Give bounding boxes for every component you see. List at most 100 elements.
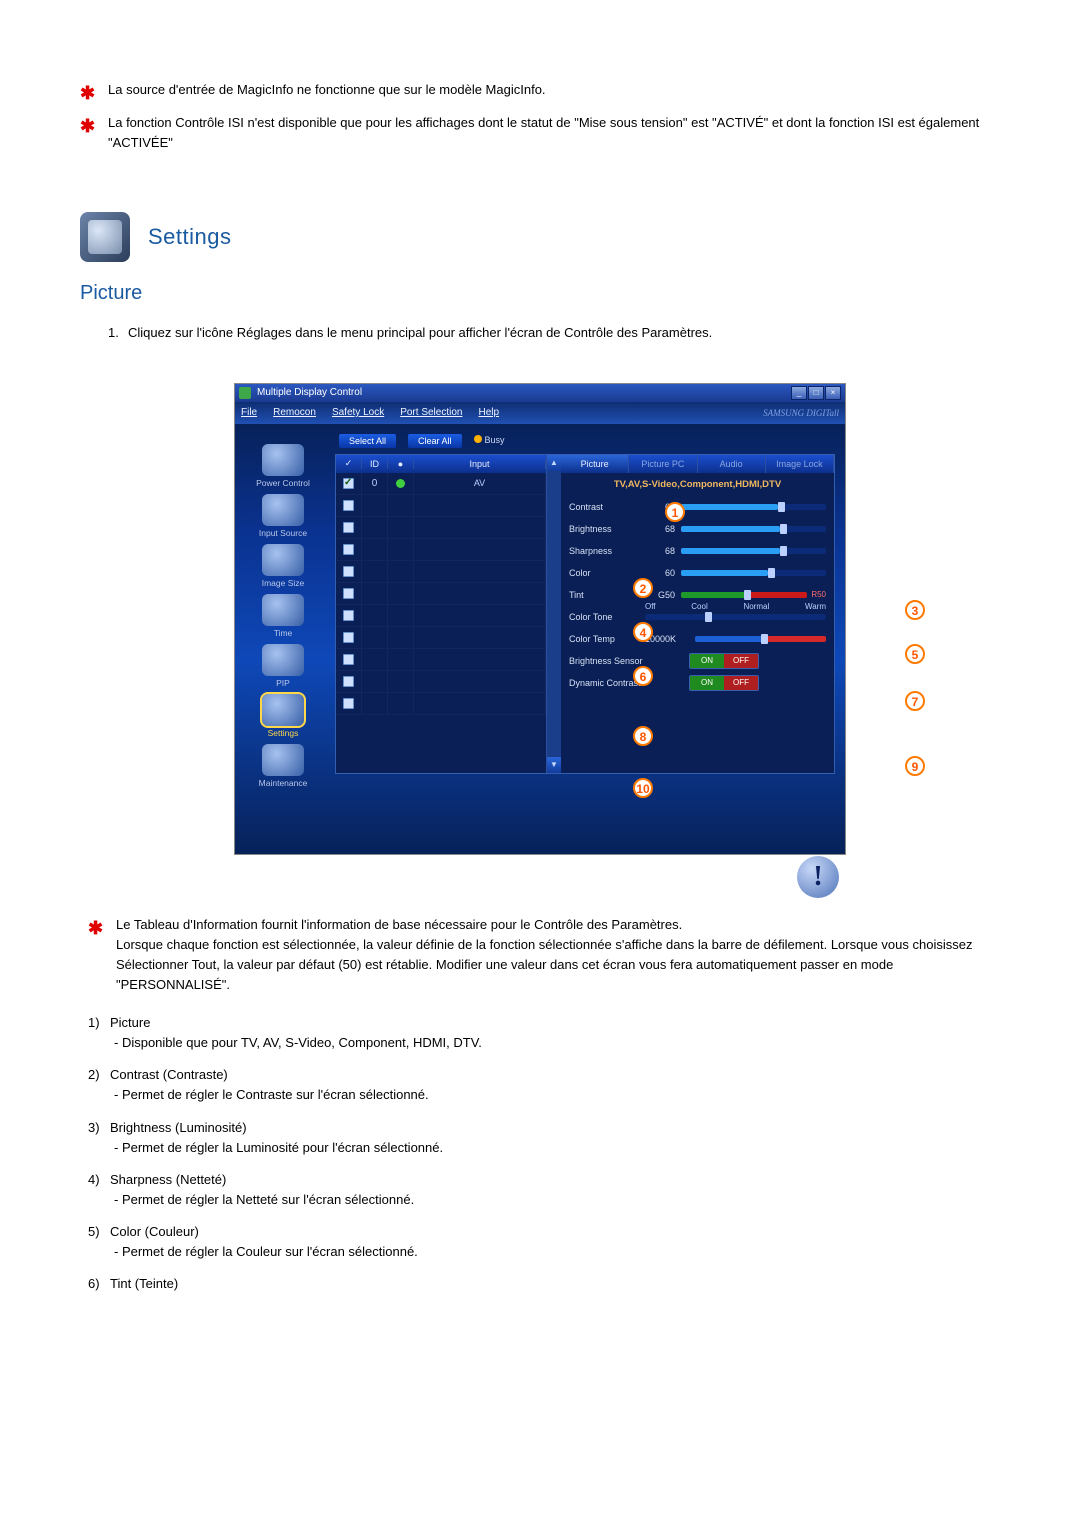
brightness-sensor-row: Brightness Sensor ON OFF (569, 650, 826, 672)
menu-file[interactable]: File (241, 407, 257, 418)
row-checkbox[interactable] (343, 522, 354, 533)
panel-tabs: Picture Picture PC Audio Image Lock (561, 455, 834, 473)
contrast-label: Contrast (569, 502, 645, 512)
sharpness-slider[interactable] (681, 548, 826, 554)
numbered-list: 1)Picture - Disponible que pour TV, AV, … (88, 1013, 1000, 1295)
busy-indicator: Busy (474, 435, 505, 446)
table-row[interactable] (336, 495, 546, 517)
info-icon[interactable]: ! (797, 856, 839, 898)
star-icon: ✱ (80, 80, 100, 107)
scroll-up-icon[interactable]: ▲ (547, 455, 561, 471)
dynamic-contrast-label: Dynamic Contrast (569, 678, 689, 688)
brightness-sensor-toggle[interactable]: ON OFF (689, 653, 759, 669)
sidebar: Power Control Input Source Image Size Ti… (235, 424, 331, 854)
menu-safety-lock[interactable]: Safety Lock (332, 407, 384, 418)
tab-picture-pc[interactable]: Picture PC (629, 455, 697, 473)
clear-all-button[interactable]: Clear All (408, 434, 462, 448)
table-header: ✓ ID ● Input (336, 455, 546, 473)
tab-image-lock[interactable]: Image Lock (766, 455, 834, 473)
sidebar-item-maintenance[interactable]: Maintenance (243, 744, 323, 788)
row-checkbox[interactable] (343, 698, 354, 709)
tab-picture[interactable]: Picture (561, 455, 629, 473)
sharpness-value: 68 (645, 546, 675, 556)
table-row[interactable] (336, 627, 546, 649)
row-input: AV (414, 473, 546, 494)
minimize-button[interactable]: _ (791, 386, 807, 400)
panel-body: TV,AV,S-Video,Component,HDMI,DTV Contras… (561, 473, 834, 773)
display-table: ✓ ID ● Input 0 AV (336, 455, 546, 773)
list-item: 1)Picture - Disponible que pour TV, AV, … (88, 1013, 1000, 1053)
color-slider[interactable] (681, 570, 826, 576)
top-notes: ✱ La source d'entrée de MagicInfo ne fon… (80, 80, 1000, 152)
select-all-button[interactable]: Select All (339, 434, 396, 448)
row-checkbox[interactable] (343, 588, 354, 599)
table-row[interactable] (336, 693, 546, 715)
table-row[interactable] (336, 583, 546, 605)
color-tone-label: Color Tone (569, 612, 645, 622)
tab-audio[interactable]: Audio (698, 455, 766, 473)
sidebar-item-image-size[interactable]: Image Size (243, 544, 323, 588)
sidebar-item-pip[interactable]: PIP (243, 644, 323, 688)
list-item: 3)Brightness (Luminosité) - Permet de ré… (88, 1118, 1000, 1158)
tint-slider[interactable] (681, 592, 807, 598)
color-tone-slider[interactable]: Off Cool Normal Warm (645, 612, 826, 622)
settings-panel: Picture Picture PC Audio Image Lock TV,A… (561, 455, 834, 773)
pip-icon (262, 644, 304, 676)
time-icon (262, 594, 304, 626)
menu-remocon[interactable]: Remocon (273, 407, 316, 418)
table-row[interactable] (336, 671, 546, 693)
maximize-button[interactable]: □ (808, 386, 824, 400)
row-checkbox[interactable] (343, 610, 354, 621)
image-size-icon (262, 544, 304, 576)
table-row[interactable] (336, 561, 546, 583)
sharpness-row: Sharpness 68 (569, 540, 826, 562)
close-button[interactable]: × (825, 386, 841, 400)
menu-port-selection[interactable]: Port Selection (400, 407, 462, 418)
status-dot-icon (396, 479, 405, 488)
row-checkbox[interactable] (343, 566, 354, 577)
after-note-block: Le Tableau d'Information fournit l'infor… (116, 915, 1000, 996)
table-row[interactable] (336, 539, 546, 561)
list-item: 6)Tint (Teinte) (88, 1274, 1000, 1294)
toolbar: Select All Clear All Busy (335, 434, 835, 448)
sidebar-item-power-control[interactable]: Power Control (243, 444, 323, 488)
sidebar-item-input-source[interactable]: Input Source (243, 494, 323, 538)
scroll-down-icon[interactable]: ▼ (547, 757, 561, 773)
menubar: File Remocon Safety Lock Port Selection … (235, 402, 845, 424)
table-row[interactable] (336, 649, 546, 671)
row-checkbox[interactable] (343, 654, 354, 665)
color-temp-slider[interactable] (695, 636, 826, 642)
table-row[interactable] (336, 517, 546, 539)
instruction-item: 1. Cliquez sur l'icône Réglages dans le … (108, 323, 1000, 343)
row-checkbox[interactable] (343, 676, 354, 687)
list-item: 4)Sharpness (Netteté) - Permet de régler… (88, 1170, 1000, 1210)
table-row[interactable]: 0 AV (336, 473, 546, 495)
row-checkbox[interactable] (343, 500, 354, 511)
instruction-number: 1. (108, 323, 128, 343)
table-row[interactable] (336, 605, 546, 627)
col-id: ID (362, 459, 388, 469)
brightness-value: 68 (645, 524, 675, 534)
sidebar-item-time[interactable]: Time (243, 594, 323, 638)
sharpness-label: Sharpness (569, 546, 645, 556)
after-para-text: Lorsque chaque fonction est sélectionnée… (116, 937, 972, 992)
list-item: 2)Contrast (Contraste) - Permet de régle… (88, 1065, 1000, 1105)
brightness-slider[interactable] (681, 526, 826, 532)
row-checkbox[interactable] (343, 544, 354, 555)
contrast-slider[interactable] (681, 504, 826, 510)
titlebar: Multiple Display Control _ □ × (235, 384, 845, 402)
color-label: Color (569, 568, 645, 578)
maintenance-icon (262, 744, 304, 776)
menu-help[interactable]: Help (478, 407, 499, 418)
picture-title: Picture (80, 282, 1000, 305)
col-input: Input (414, 459, 546, 469)
dynamic-contrast-toggle[interactable]: ON OFF (689, 675, 759, 691)
power-icon (262, 444, 304, 476)
instruction-text: Cliquez sur l'icône Réglages dans le men… (128, 323, 1000, 343)
note-item: ✱ Le Tableau d'Information fournit l'inf… (88, 915, 1000, 996)
row-checkbox[interactable] (343, 632, 354, 643)
busy-dot-icon (474, 435, 482, 443)
sidebar-item-settings[interactable]: Settings (243, 694, 323, 738)
row-checkbox[interactable] (343, 478, 354, 489)
table-scrollbar[interactable]: ▲ ▼ (546, 455, 561, 773)
